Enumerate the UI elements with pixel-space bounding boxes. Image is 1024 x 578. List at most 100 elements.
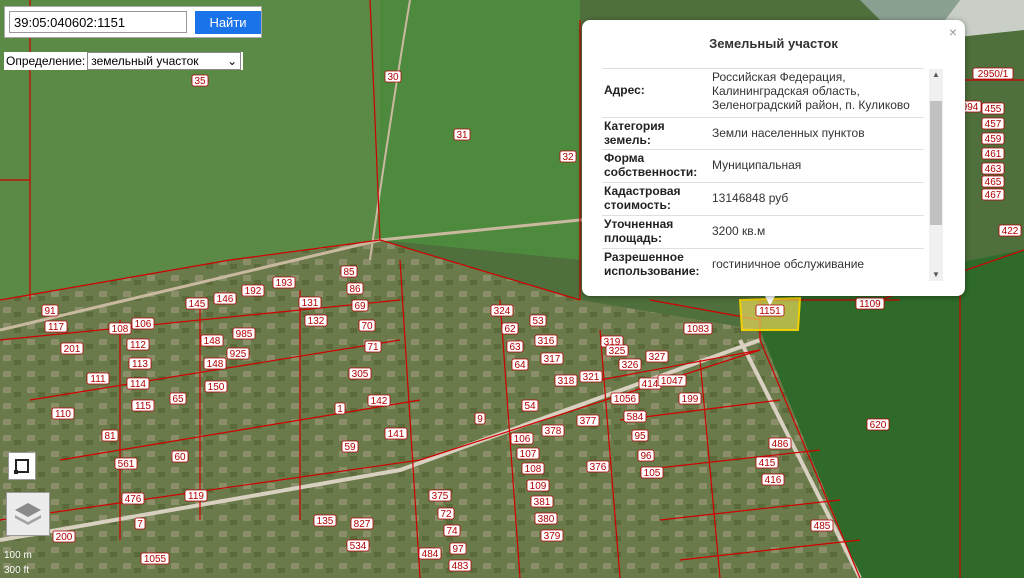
parcel-number[interactable]: 200 bbox=[56, 532, 73, 543]
parcel-number[interactable]: 325 bbox=[609, 346, 626, 357]
parcel-number[interactable]: 95 bbox=[634, 431, 646, 442]
parcel-number[interactable]: 457 bbox=[985, 119, 1002, 130]
parcel-number[interactable]: 1056 bbox=[614, 394, 637, 405]
parcel-number[interactable]: 416 bbox=[765, 475, 782, 486]
parcel-number[interactable]: 467 bbox=[985, 190, 1002, 201]
parcel-number[interactable]: 324 bbox=[494, 306, 511, 317]
parcel-number[interactable]: 105 bbox=[644, 468, 661, 479]
scroll-down-icon[interactable]: ▼ bbox=[929, 269, 943, 281]
parcel-number[interactable]: 35 bbox=[194, 76, 206, 87]
parcel-number[interactable]: 65 bbox=[172, 394, 184, 405]
search-button[interactable]: Найти bbox=[195, 11, 261, 34]
parcel-number[interactable]: 192 bbox=[245, 286, 262, 297]
parcel-number[interactable]: 317 bbox=[544, 354, 561, 365]
parcel-number[interactable]: 461 bbox=[985, 149, 1002, 160]
parcel-number[interactable]: 62 bbox=[504, 324, 516, 335]
parcel-number[interactable]: 135 bbox=[317, 516, 334, 527]
parcel-number[interactable]: 85 bbox=[343, 267, 355, 278]
parcel-number[interactable]: 375 bbox=[432, 491, 449, 502]
parcel-number[interactable]: 96 bbox=[640, 451, 652, 462]
parcel-number[interactable]: 32 bbox=[562, 152, 574, 163]
parcel-number[interactable]: 455 bbox=[985, 104, 1002, 115]
parcel-number[interactable]: 485 bbox=[814, 521, 831, 532]
parcel-number[interactable]: 113 bbox=[132, 359, 148, 370]
parcel-number[interactable]: 106 bbox=[514, 434, 531, 445]
parcel-number[interactable]: 60 bbox=[174, 452, 186, 463]
parcel-number[interactable]: 316 bbox=[538, 336, 555, 347]
parcel-number[interactable]: 30 bbox=[387, 72, 399, 83]
parcel-number[interactable]: 145 bbox=[189, 299, 206, 310]
draw-tool-button[interactable] bbox=[8, 452, 36, 480]
parcel-number[interactable]: 148 bbox=[204, 336, 221, 347]
scroll-thumb[interactable] bbox=[930, 101, 942, 225]
parcel-number[interactable]: 201 bbox=[64, 344, 81, 355]
definition-select[interactable]: земельный участок ⌄ bbox=[87, 52, 242, 70]
parcel-number[interactable]: 59 bbox=[344, 442, 356, 453]
parcel-number[interactable]: 381 bbox=[534, 497, 551, 508]
parcel-number[interactable]: 985 bbox=[236, 329, 253, 340]
parcel-number[interactable]: 112 bbox=[130, 340, 146, 351]
parcel-number[interactable]: 148 bbox=[207, 359, 224, 370]
parcel-number[interactable]: 620 bbox=[870, 420, 887, 431]
parcel-number[interactable]: 414 bbox=[642, 379, 659, 390]
parcel-number[interactable]: 54 bbox=[524, 401, 536, 412]
parcel-number[interactable]: 1055 bbox=[144, 554, 167, 565]
parcel-number[interactable]: 114 bbox=[130, 379, 146, 390]
parcel-number[interactable]: 193 bbox=[276, 278, 293, 289]
parcel-number[interactable]: 463 bbox=[985, 164, 1002, 175]
parcel-number[interactable]: 327 bbox=[649, 352, 666, 363]
popup-scrollbar[interactable]: ▲ ▼ bbox=[929, 69, 943, 281]
parcel-number[interactable]: 199 bbox=[682, 394, 699, 405]
parcel-number[interactable]: 534 bbox=[350, 541, 367, 552]
parcel-number[interactable]: 110 bbox=[55, 409, 71, 420]
parcel-number[interactable]: 925 bbox=[230, 349, 247, 360]
parcel-number[interactable]: 64 bbox=[514, 360, 526, 371]
parcel-number[interactable]: 72 bbox=[440, 509, 452, 520]
parcel-number[interactable]: 318 bbox=[558, 376, 575, 387]
parcel-number[interactable]: 146 bbox=[217, 294, 234, 305]
parcel-number[interactable]: 107 bbox=[520, 449, 537, 460]
parcel-number[interactable]: 380 bbox=[538, 514, 555, 525]
parcel-number[interactable]: 63 bbox=[509, 342, 521, 353]
cadastral-search-input[interactable] bbox=[9, 11, 187, 33]
parcel-number[interactable]: 141 bbox=[388, 429, 405, 440]
parcel-number[interactable]: 53 bbox=[532, 316, 544, 327]
parcel-number[interactable]: 108 bbox=[525, 464, 542, 475]
parcel-number[interactable]: 117 bbox=[48, 322, 64, 333]
parcel-number[interactable]: 7 bbox=[137, 519, 143, 530]
parcel-number[interactable]: 86 bbox=[349, 284, 361, 295]
parcel-number[interactable]: 422 bbox=[1002, 226, 1019, 237]
parcel-number[interactable]: 97 bbox=[452, 544, 464, 555]
parcel-number[interactable]: 561 bbox=[118, 459, 135, 470]
parcel-number[interactable]: 378 bbox=[545, 426, 562, 437]
parcel-number[interactable]: 106 bbox=[135, 319, 152, 330]
parcel-number[interactable]: 377 bbox=[580, 416, 597, 427]
parcel-number[interactable]: 150 bbox=[208, 382, 225, 393]
parcel-number[interactable]: 31 bbox=[456, 130, 468, 141]
parcel-number[interactable]: 1 bbox=[337, 404, 343, 415]
parcel-number[interactable]: 476 bbox=[125, 494, 142, 505]
parcel-number[interactable]: 70 bbox=[361, 321, 373, 332]
parcel-number[interactable]: 584 bbox=[627, 412, 644, 423]
parcel-number[interactable]: 827 bbox=[354, 519, 371, 530]
parcel-number[interactable]: 484 bbox=[422, 549, 439, 560]
parcel-number[interactable]: 108 bbox=[112, 324, 129, 335]
parcel-number[interactable]: 74 bbox=[446, 526, 458, 537]
parcel-number[interactable]: 69 bbox=[354, 301, 366, 312]
parcel-number[interactable]: 9 bbox=[477, 414, 483, 425]
parcel-number[interactable]: 109 bbox=[530, 481, 547, 492]
parcel-number[interactable]: 305 bbox=[352, 369, 369, 380]
parcel-number[interactable]: 465 bbox=[985, 177, 1002, 188]
parcel-number[interactable]: 131 bbox=[302, 298, 319, 309]
parcel-number[interactable]: 1047 bbox=[661, 376, 684, 387]
parcel-number[interactable]: 81 bbox=[104, 431, 116, 442]
parcel-number[interactable]: 459 bbox=[985, 134, 1002, 145]
parcel-number[interactable]: 2950/1 bbox=[978, 69, 1009, 80]
parcel-number[interactable]: 483 bbox=[452, 561, 469, 572]
parcel-number[interactable]: 415 bbox=[759, 458, 776, 469]
parcel-number[interactable]: 486 bbox=[772, 439, 789, 450]
layers-button[interactable] bbox=[6, 492, 50, 536]
parcel-number[interactable]: 91 bbox=[44, 306, 56, 317]
parcel-number[interactable]: 132 bbox=[308, 316, 325, 327]
parcel-number[interactable]: 376 bbox=[590, 462, 607, 473]
